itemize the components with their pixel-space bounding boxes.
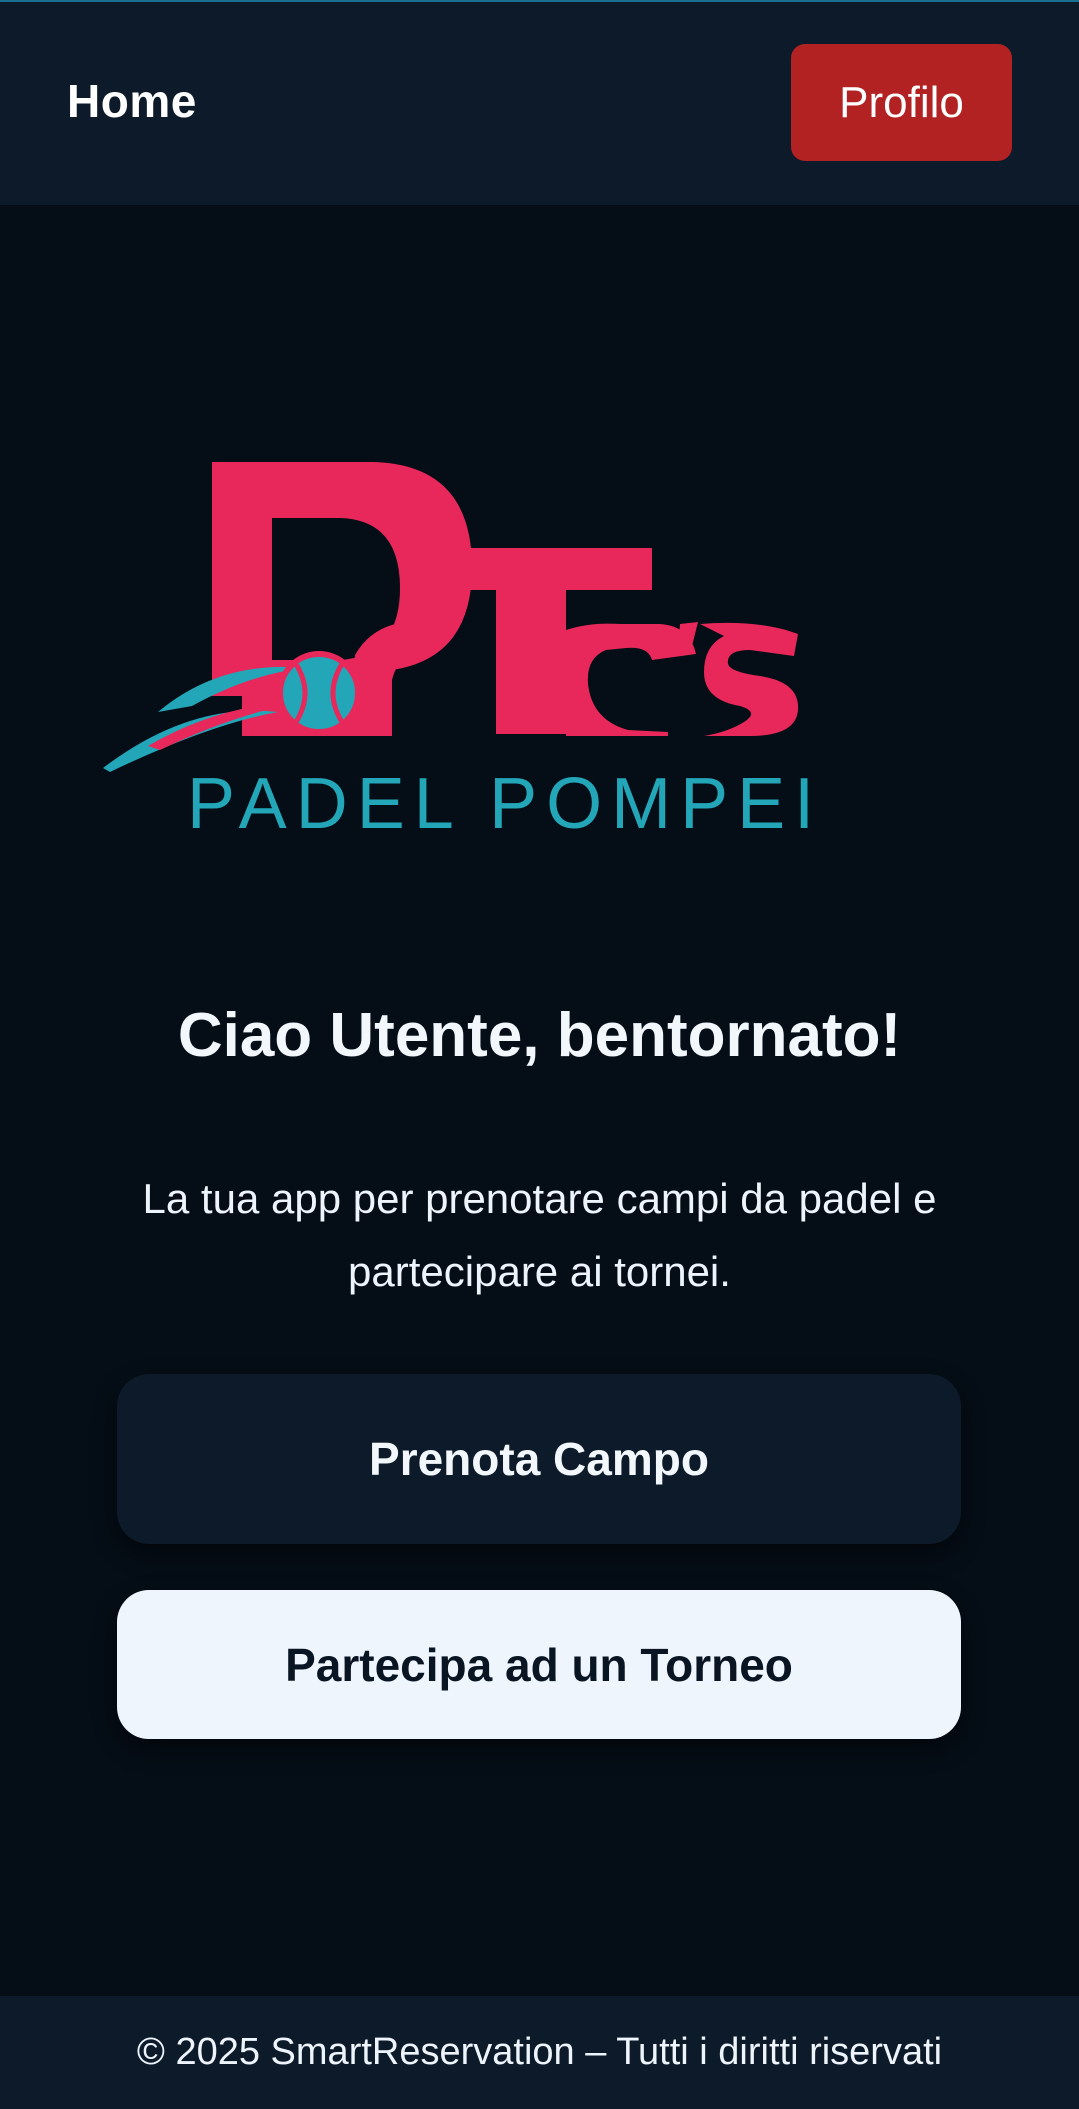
join-tournament-button[interactable]: Partecipa ad un Torneo	[117, 1590, 961, 1739]
logo-subtitle: PADEL POMPEI	[187, 764, 823, 844]
footer-copyright: © 2025 SmartReservation – Tutti i diritt…	[136, 2031, 943, 2073]
welcome-heading: Ciao Utente, bentornato!	[177, 1001, 902, 1070]
logo-ball	[277, 651, 361, 735]
profile-button[interactable]: Profilo	[791, 44, 1012, 161]
club-logo: PADEL POMPEI	[100, 450, 830, 850]
footer: © 2025 SmartReservation – Tutti i diritt…	[0, 1996, 1079, 2109]
logo-letter-r	[355, 621, 432, 734]
logo-letter-re	[566, 623, 696, 736]
club-logo-graphic: PADEL POMPEI	[103, 462, 823, 844]
top-bar: Home Profilo	[0, 0, 1079, 205]
page-title: Home	[67, 75, 197, 127]
book-court-button[interactable]: Prenota Campo	[117, 1374, 961, 1544]
app-root: Home Profilo PADEL POMPEI Ciao Utente, b…	[0, 0, 1079, 2109]
app-tagline: La tua app per prenotare campi da padel …	[142, 1175, 937, 1295]
logo-letter-s	[700, 622, 799, 736]
